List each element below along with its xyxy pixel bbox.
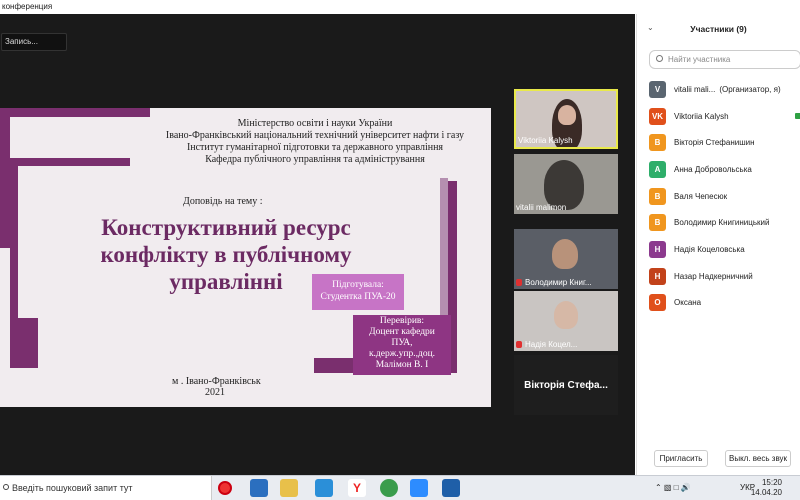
- video-tile-name: Вікторія Стефа...: [524, 379, 608, 391]
- slide-checked-line: ПУА,: [391, 338, 413, 348]
- participants-list: Vvitalii mali... (Организатор, я) VK Viktor…: [637, 76, 800, 316]
- slide-prepared-line: Студентка ПУА-20: [320, 292, 396, 302]
- participant-avatar: Н: [649, 267, 666, 285]
- slide-frame-inner-top: [10, 158, 130, 166]
- participant-row[interactable]: Vvitalii mali... (Организатор, я): [637, 76, 800, 103]
- slide-checked-box: Перевірив: Доцент кафедри ПУА, к.держ.уп…: [353, 315, 451, 375]
- search-icon: [3, 484, 9, 490]
- participant-role: (Организатор, я): [719, 84, 781, 94]
- participant-avatar: О: [649, 294, 666, 312]
- mute-all-button[interactable]: Выкл. весь звук: [725, 450, 791, 467]
- slide-frame-top-left: [0, 108, 150, 117]
- tray-icons[interactable]: ⌃ ▧ □ 🔊: [655, 476, 691, 500]
- mic-muted-icon: [516, 341, 522, 348]
- participant-name: Анна Добровольська: [674, 164, 752, 174]
- clock-time: 15:20: [761, 478, 782, 487]
- participants-title: Участники (9): [690, 24, 747, 34]
- slide-frame-bottom-left: [10, 318, 38, 368]
- participant-video-image: [552, 239, 578, 269]
- clock-date: 14.04.20: [750, 488, 782, 497]
- shield-icon[interactable]: [315, 479, 333, 497]
- taskbar-search-placeholder: Введіть пошуковий запит тут: [12, 483, 133, 493]
- slide-header-line: Кафедра публічного управління та адмініс…: [205, 154, 425, 165]
- record-button[interactable]: Запись...: [1, 33, 67, 51]
- participant-row[interactable]: О Оксана: [637, 290, 800, 317]
- participant-name: Вікторія Стефанишин: [674, 138, 755, 148]
- video-tile[interactable]: vitalii malimon: [514, 154, 618, 214]
- zoom-icon[interactable]: [410, 479, 428, 497]
- slide-city: м . Івано-Франківськ: [172, 376, 261, 387]
- slide-prepared-box: Підготувала: Студентка ПУА-20: [312, 274, 404, 310]
- slide-header-line: Міністерство освіти і науки України: [237, 118, 393, 129]
- participant-avatar: А: [649, 160, 666, 178]
- participant-name: Viktoriia Kalysh: [674, 111, 729, 121]
- participant-row[interactable]: VK Viktoriia Kalysh: [637, 103, 800, 130]
- participant-video-face: [558, 105, 576, 125]
- slide-checked-line: Перевірив:: [379, 316, 425, 326]
- participant-search-input[interactable]: Найти участника: [649, 50, 800, 69]
- yandex-icon[interactable]: Y: [348, 479, 366, 497]
- invite-button[interactable]: Пригласить: [654, 450, 708, 467]
- opera-icon[interactable]: [218, 481, 232, 495]
- mic-muted-icon: [516, 279, 522, 286]
- participants-panel: ⌄ Участники (9) Найти участника Vvitalii…: [636, 14, 800, 475]
- slide-checked-line: Малімон В. І: [375, 360, 429, 370]
- participant-avatar: В: [649, 187, 666, 205]
- participant-row[interactable]: Н Надія Коцеловська: [637, 236, 800, 263]
- participant-avatar: VK: [649, 107, 666, 125]
- participant-row[interactable]: В Вікторія Стефанишин: [637, 129, 800, 156]
- video-tile-label: Володимир Книг...: [525, 278, 592, 287]
- shared-slide: Міністерство освіти і науки України Іван…: [0, 108, 491, 407]
- video-tile[interactable]: Viktoriia Kalysh: [514, 89, 618, 149]
- slide-header: Міністерство освіти і науки України Іван…: [150, 118, 480, 166]
- search-placeholder: Найти участника: [668, 55, 731, 64]
- participant-video-image: [554, 301, 578, 329]
- search-icon: [656, 55, 663, 62]
- video-tile[interactable]: Вікторія Стефа...: [514, 355, 618, 415]
- participant-row[interactable]: В Валя Чепесюк: [637, 183, 800, 210]
- slide-prepared-line: Підготувала:: [332, 280, 384, 290]
- participant-avatar: Н: [649, 240, 666, 258]
- app-icon[interactable]: [442, 479, 460, 497]
- participant-avatar: V: [649, 80, 666, 98]
- participant-avatar: В: [649, 134, 666, 152]
- video-tile[interactable]: Володимир Книг...: [514, 229, 618, 289]
- participant-name: Володимир Книгиницький: [674, 218, 770, 228]
- slide-checked-line: к.держ.упр.,доц.: [368, 349, 436, 359]
- folder-icon[interactable]: [280, 479, 298, 497]
- taskbar-clock[interactable]: 15:20 14.04.20: [751, 478, 782, 498]
- slide-year: 2021: [205, 387, 225, 398]
- chrome-icon[interactable]: [380, 479, 398, 497]
- video-tile-label: Viktoriia Kalysh: [518, 136, 573, 145]
- mail-icon[interactable]: [250, 479, 268, 497]
- participant-name: Назар Надкерничний: [674, 271, 753, 281]
- participant-name: vitalii mali...: [674, 84, 716, 94]
- slide-frame-left: [0, 108, 10, 248]
- slide-title-line: конфлікту в публічному: [100, 242, 352, 267]
- slide-checked-line: Доцент кафедри: [369, 327, 435, 337]
- taskbar: Введіть пошуковий запит тут Y ⌃ ▧ □ 🔊 УК…: [0, 475, 800, 500]
- slide-header-line: Інститут гуманітарної підготовки та держ…: [186, 142, 444, 153]
- participant-name: Надія Коцеловська: [674, 244, 745, 254]
- video-stage: Запись... Міністерство освіти і науки Ук…: [0, 14, 635, 475]
- video-tile[interactable]: Надія Коцел...: [514, 291, 618, 351]
- participant-row[interactable]: А Анна Добровольська: [637, 156, 800, 183]
- participant-name: Оксана: [674, 298, 702, 308]
- video-tile-label: Надія Коцел...: [525, 340, 578, 349]
- participant-row[interactable]: В Володимир Книгиницький: [637, 209, 800, 236]
- participant-avatar: В: [649, 214, 666, 232]
- slide-title-line: Конструктивний ресурс: [101, 215, 351, 240]
- participant-row[interactable]: Н Назар Надкерничний: [637, 263, 800, 290]
- video-on-icon: [795, 112, 800, 119]
- window-title: конференция: [0, 0, 635, 14]
- taskbar-search-input[interactable]: Введіть пошуковий запит тут: [0, 476, 212, 500]
- slide-topic-label: Доповідь на тему :: [183, 196, 263, 207]
- slide-header-line: Івано-Франківський національний технічни…: [165, 130, 465, 141]
- participant-name: Валя Чепесюк: [674, 191, 728, 201]
- video-tile-label: vitalii malimon: [516, 203, 567, 212]
